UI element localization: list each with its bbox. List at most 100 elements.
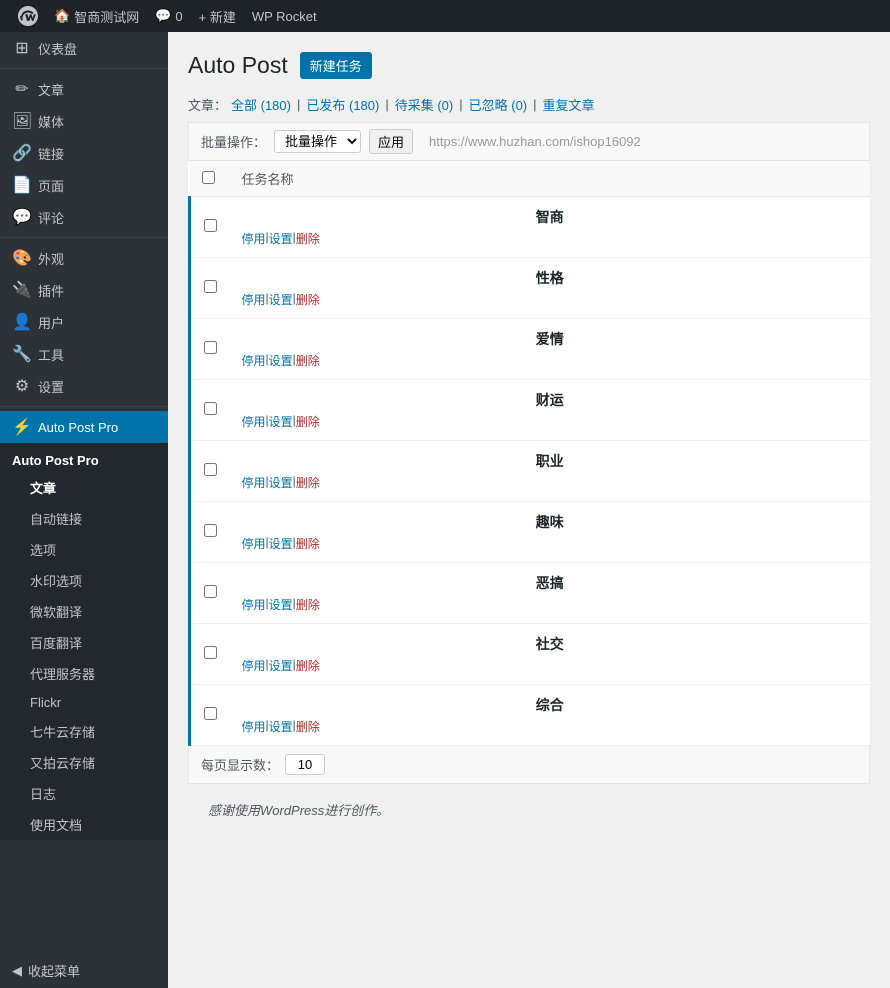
new-label: + 新建 — [199, 7, 236, 26]
table-row: 社交 停用 | 设置 | 删除 — [190, 624, 871, 685]
row-checkbox-0[interactable] — [204, 219, 217, 232]
row-delete-8[interactable]: 删除 — [296, 718, 320, 735]
sidebar-item-media[interactable]: 🖼 媒体 — [0, 105, 168, 137]
sidebar-item-pages[interactable]: 📄 页面 — [0, 169, 168, 201]
site-name-item[interactable]: 🏠 智商测试网 — [46, 0, 147, 32]
row-settings-7[interactable]: 设置 — [269, 657, 293, 674]
sidebar-item-autopost[interactable]: ⚡ Auto Post Pro — [0, 411, 168, 443]
row-delete-4[interactable]: 删除 — [296, 474, 320, 491]
sidebar-submenu-item-options[interactable]: 选项 — [0, 534, 168, 565]
sidebar-item-settings[interactable]: ⚙ 设置 — [0, 370, 168, 402]
sidebar-submenu-item-flickr[interactable]: Flickr — [0, 689, 168, 716]
row-delete-0[interactable]: 删除 — [296, 230, 320, 247]
content-area: Auto Post 新建任务 文章： 全部 (180) | 已发布 (180) … — [168, 32, 890, 988]
pagination-label: 每页显示数： — [201, 755, 279, 774]
sidebar-item-dashboard[interactable]: ⊞ 仪表盘 — [0, 32, 168, 64]
sidebar-submenu-item-qiniu[interactable]: 七牛云存储 — [0, 716, 168, 747]
row-stop-5[interactable]: 停用 — [242, 535, 266, 552]
sidebar-submenu-item-mstranslate[interactable]: 微软翻译 — [0, 596, 168, 627]
row-checkbox-6[interactable] — [204, 585, 217, 598]
row-checkbox-2[interactable] — [204, 341, 217, 354]
comments-item[interactable]: 💬 0 — [147, 0, 190, 32]
submenu-flickr-label: Flickr — [30, 695, 61, 710]
sidebar-submenu-item-log[interactable]: 日志 — [0, 778, 168, 809]
row-delete-5[interactable]: 删除 — [296, 535, 320, 552]
bulk-action-select[interactable]: 批量操作 删除 停用 — [274, 130, 361, 153]
users-icon: 👤 — [12, 312, 32, 332]
table-row: 恶搞 停用 | 设置 | 删除 — [190, 563, 871, 624]
row-settings-3[interactable]: 设置 — [269, 413, 293, 430]
sidebar-item-appearance[interactable]: 🎨 外观 — [0, 242, 168, 274]
row-stop-6[interactable]: 停用 — [242, 596, 266, 613]
sidebar-item-plugins[interactable]: 🔌 插件 — [0, 274, 168, 306]
sidebar-submenu-item-proxy[interactable]: 代理服务器 — [0, 658, 168, 689]
row-checkbox-1[interactable] — [204, 280, 217, 293]
row-settings-0[interactable]: 设置 — [269, 230, 293, 247]
sidebar-item-links[interactable]: 🔗 链接 — [0, 137, 168, 169]
row-settings-4[interactable]: 设置 — [269, 474, 293, 491]
row-name-cell-2: 爱情 停用 | 设置 | 删除 — [230, 319, 871, 380]
sidebar-item-users[interactable]: 👤 用户 — [0, 306, 168, 338]
sidebar: ⊞ 仪表盘 ✏ 文章 🖼 媒体 🔗 链接 📄 页面 💬 评论 🎨 外观 — [0, 32, 168, 988]
row-checkbox-cell-5 — [190, 502, 230, 563]
table-row: 性格 停用 | 设置 | 删除 — [190, 258, 871, 319]
row-settings-5[interactable]: 设置 — [269, 535, 293, 552]
row-checkbox-8[interactable] — [204, 707, 217, 720]
wp-rocket-item[interactable]: WP Rocket — [244, 0, 325, 32]
new-task-button[interactable]: 新建任务 — [300, 52, 372, 79]
row-stop-0[interactable]: 停用 — [242, 230, 266, 247]
row-delete-7[interactable]: 删除 — [296, 657, 320, 674]
new-item[interactable]: + 新建 — [191, 0, 244, 32]
submenu-posts-label: 文章 — [30, 478, 56, 497]
sidebar-submenu-item-posts[interactable]: 文章 — [0, 472, 168, 503]
sidebar-label-settings: 设置 — [38, 377, 64, 396]
row-checkbox-5[interactable] — [204, 524, 217, 537]
filter-all[interactable]: 全部 (180) — [231, 95, 291, 114]
row-stop-2[interactable]: 停用 — [242, 352, 266, 369]
row-stop-7[interactable]: 停用 — [242, 657, 266, 674]
sidebar-submenu-item-watermark[interactable]: 水印选项 — [0, 565, 168, 596]
filter-duplicate[interactable]: 重复文章 — [543, 95, 595, 114]
row-delete-3[interactable]: 删除 — [296, 413, 320, 430]
row-stop-8[interactable]: 停用 — [242, 718, 266, 735]
table-row: 智商 停用 | 设置 | 删除 — [190, 197, 871, 258]
row-settings-6[interactable]: 设置 — [269, 596, 293, 613]
row-actions-7: 停用 | 设置 | 删除 — [242, 657, 859, 674]
row-stop-1[interactable]: 停用 — [242, 291, 266, 308]
row-settings-8[interactable]: 设置 — [269, 718, 293, 735]
tools-icon: 🔧 — [12, 344, 32, 364]
sidebar-label-media: 媒体 — [38, 112, 64, 131]
row-delete-2[interactable]: 删除 — [296, 352, 320, 369]
row-checkbox-4[interactable] — [204, 463, 217, 476]
sidebar-submenu-item-upyun[interactable]: 又拍云存储 — [0, 747, 168, 778]
row-checkbox-7[interactable] — [204, 646, 217, 659]
row-stop-4[interactable]: 停用 — [242, 474, 266, 491]
row-checkbox-3[interactable] — [204, 402, 217, 415]
row-checkbox-cell-0 — [190, 197, 230, 258]
sidebar-submenu-item-docs[interactable]: 使用文档 — [0, 809, 168, 840]
row-delete-1[interactable]: 删除 — [296, 291, 320, 308]
collapse-menu-btn[interactable]: ◀ 收起菜单 — [0, 953, 168, 988]
select-all-checkbox[interactable] — [202, 171, 215, 184]
sidebar-item-posts[interactable]: ✏ 文章 — [0, 73, 168, 105]
sidebar-item-tools[interactable]: 🔧 工具 — [0, 338, 168, 370]
pagination-input[interactable] — [285, 754, 325, 775]
row-stop-3[interactable]: 停用 — [242, 413, 266, 430]
appearance-icon: 🎨 — [12, 248, 32, 268]
sidebar-label-comments: 评论 — [38, 208, 64, 227]
wp-logo-item[interactable] — [10, 0, 46, 32]
sidebar-item-comments[interactable]: 💬 评论 — [0, 201, 168, 233]
sidebar-submenu-autopost: Auto Post Pro 文章 自动链接 选项 水印选项 微软翻译 百度翻译 … — [0, 443, 168, 840]
row-delete-6[interactable]: 删除 — [296, 596, 320, 613]
sidebar-submenu-item-autolink[interactable]: 自动链接 — [0, 503, 168, 534]
filter-pending[interactable]: 待采集 (0) — [395, 95, 454, 114]
filter-published[interactable]: 已发布 (180) — [306, 95, 379, 114]
filter-ignored[interactable]: 已忽略 (0) — [469, 95, 528, 114]
row-task-name-1: 性格 — [242, 268, 859, 288]
row-settings-1[interactable]: 设置 — [269, 291, 293, 308]
sidebar-submenu-item-baidutranslate[interactable]: 百度翻译 — [0, 627, 168, 658]
filter-sep-2: | — [383, 97, 390, 112]
sidebar-label-plugins: 插件 — [38, 281, 64, 300]
row-settings-2[interactable]: 设置 — [269, 352, 293, 369]
bulk-apply-button[interactable]: 应用 — [369, 129, 413, 154]
